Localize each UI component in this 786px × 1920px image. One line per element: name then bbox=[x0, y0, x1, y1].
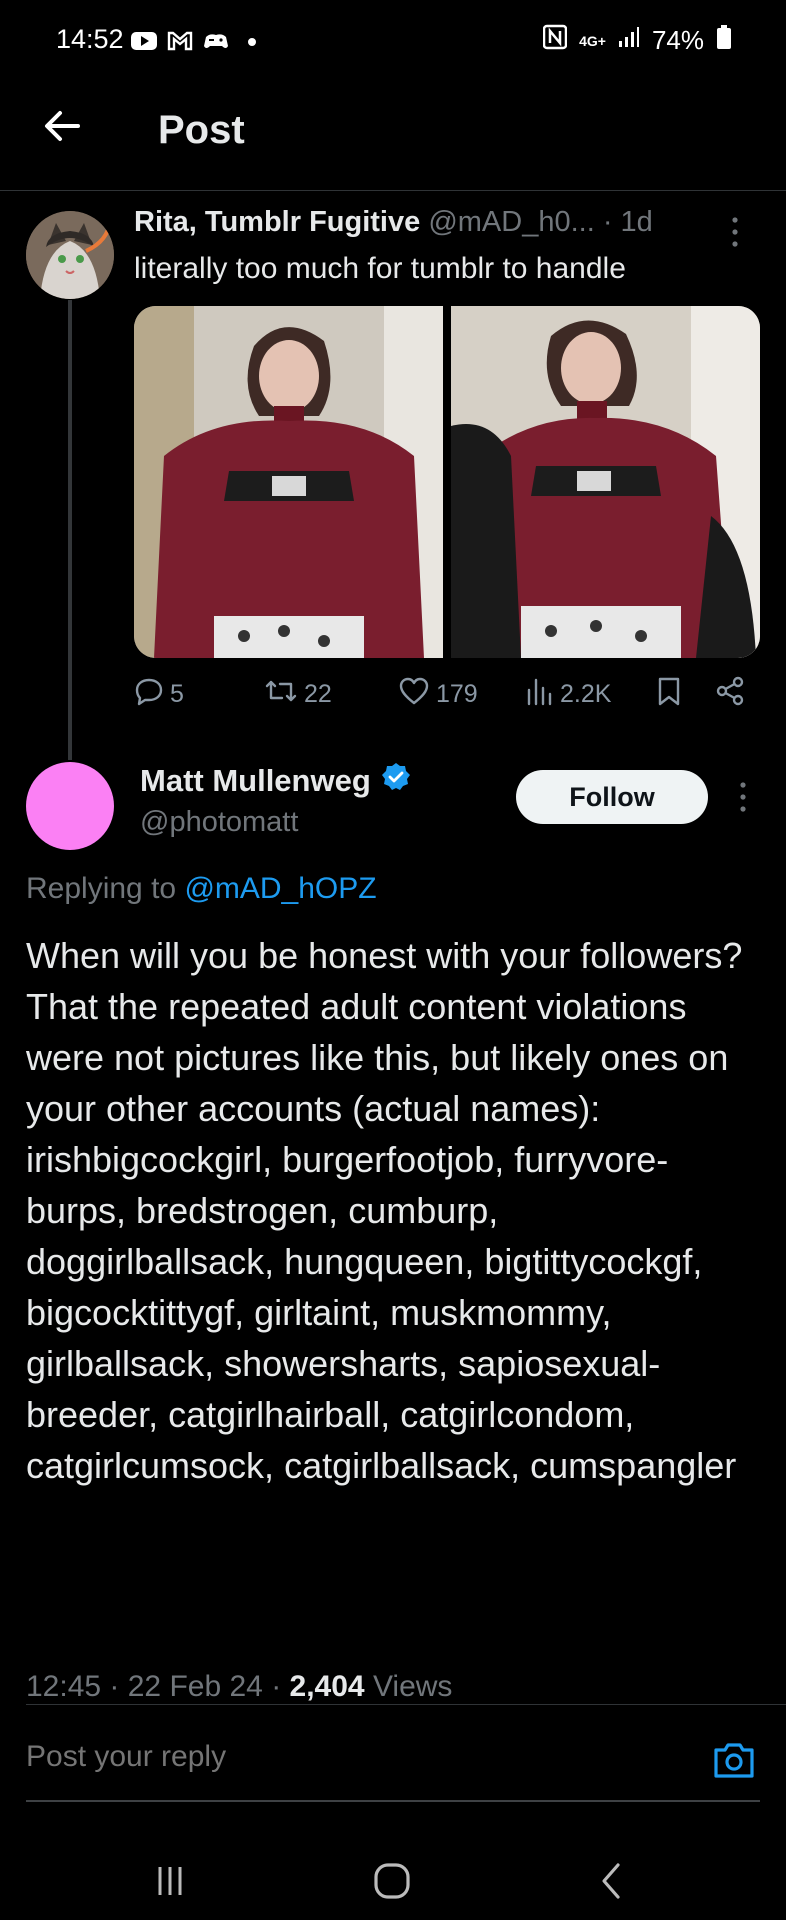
like-button[interactable]: 179 bbox=[398, 676, 478, 713]
arrow-left-icon[interactable] bbox=[40, 104, 84, 148]
avatar[interactable] bbox=[26, 762, 114, 850]
share-icon bbox=[714, 676, 746, 713]
reply-input[interactable] bbox=[26, 1740, 626, 1774]
notification-icons bbox=[130, 26, 266, 56]
status-right: 4G+ 74% bbox=[542, 24, 732, 57]
post-time: 1d bbox=[620, 206, 653, 238]
post-timestamp: 12:45 · 22 Feb 24 · 2,404 Views bbox=[26, 1670, 453, 1703]
date: 22 Feb 24 bbox=[127, 1670, 263, 1703]
post-header: Post bbox=[0, 84, 786, 191]
repost-count: 22 bbox=[304, 680, 332, 708]
more-icon[interactable] bbox=[730, 215, 740, 254]
game-icon bbox=[202, 28, 230, 54]
back-nav-icon[interactable] bbox=[582, 1856, 642, 1906]
views-button[interactable]: 2.2K bbox=[524, 676, 611, 713]
post-actions: 5 22 179 2.2K bbox=[134, 676, 760, 716]
divider bbox=[26, 1704, 786, 1705]
author-handle[interactable]: @photomatt bbox=[140, 806, 298, 839]
recent-apps-icon[interactable] bbox=[140, 1856, 200, 1906]
media-grid[interactable] bbox=[134, 306, 760, 658]
bookmark-icon bbox=[656, 676, 682, 713]
page-title: Post bbox=[158, 108, 245, 152]
dot-icon bbox=[238, 28, 266, 54]
home-icon[interactable] bbox=[362, 1856, 422, 1906]
camera-icon[interactable] bbox=[712, 1738, 756, 1782]
reply-author[interactable]: Matt Mullenweg bbox=[140, 762, 411, 800]
status-time: 14:52 bbox=[56, 24, 124, 54]
divider bbox=[26, 1800, 760, 1802]
youtube-icon bbox=[130, 28, 158, 54]
share-button[interactable] bbox=[714, 676, 746, 713]
bookmark-button[interactable] bbox=[656, 676, 682, 713]
repost-icon bbox=[264, 676, 298, 713]
photo-2[interactable] bbox=[451, 306, 760, 658]
reply-text: When will you be honest with your follow… bbox=[26, 935, 743, 1486]
status-bar: 14:52 4G+ 74% bbox=[0, 0, 786, 84]
repost-button[interactable]: 22 bbox=[264, 676, 332, 713]
reply-button[interactable]: 5 bbox=[134, 676, 184, 713]
battery-percent: 74% bbox=[651, 25, 704, 55]
thread-connector bbox=[68, 300, 72, 760]
like-count: 179 bbox=[436, 680, 478, 708]
replying-prefix: Replying to bbox=[26, 872, 185, 905]
photo-1[interactable] bbox=[134, 306, 443, 658]
more-icon[interactable] bbox=[738, 780, 748, 819]
views-label: Views bbox=[372, 1670, 453, 1703]
author-name[interactable]: Matt Mullenweg bbox=[140, 763, 371, 799]
replying-to: Replying to @mAD_hOPZ bbox=[26, 872, 377, 906]
system-nav-bar bbox=[0, 1820, 786, 1920]
post-meta: Rita, Tumblr Fugitive @mAD_h0... · 1d bbox=[134, 206, 653, 239]
signal-icon bbox=[618, 25, 640, 56]
post-text: literally too much for tumblr to handle bbox=[134, 252, 626, 285]
reply-count: 5 bbox=[170, 680, 184, 708]
reply-icon bbox=[134, 676, 164, 713]
battery-icon bbox=[716, 24, 732, 57]
gmail-icon bbox=[166, 28, 194, 54]
verified-badge-icon bbox=[381, 762, 411, 800]
replying-handle-link[interactable]: @mAD_hOPZ bbox=[184, 872, 376, 905]
nfc-icon bbox=[542, 24, 568, 57]
network-icon: 4G+ bbox=[579, 32, 606, 49]
bar-chart-icon bbox=[524, 676, 554, 713]
avatar[interactable] bbox=[26, 211, 114, 299]
views-count: 2.2K bbox=[560, 680, 612, 708]
meta-separator: · bbox=[594, 206, 621, 238]
views-count: 2,404 bbox=[289, 1670, 365, 1703]
follow-button[interactable]: Follow bbox=[516, 770, 708, 824]
heart-icon bbox=[398, 676, 430, 713]
time: 12:45 bbox=[26, 1670, 102, 1703]
author-handle[interactable]: @mAD_h0... bbox=[428, 206, 594, 238]
author-name[interactable]: Rita, Tumblr Fugitive bbox=[134, 206, 420, 238]
